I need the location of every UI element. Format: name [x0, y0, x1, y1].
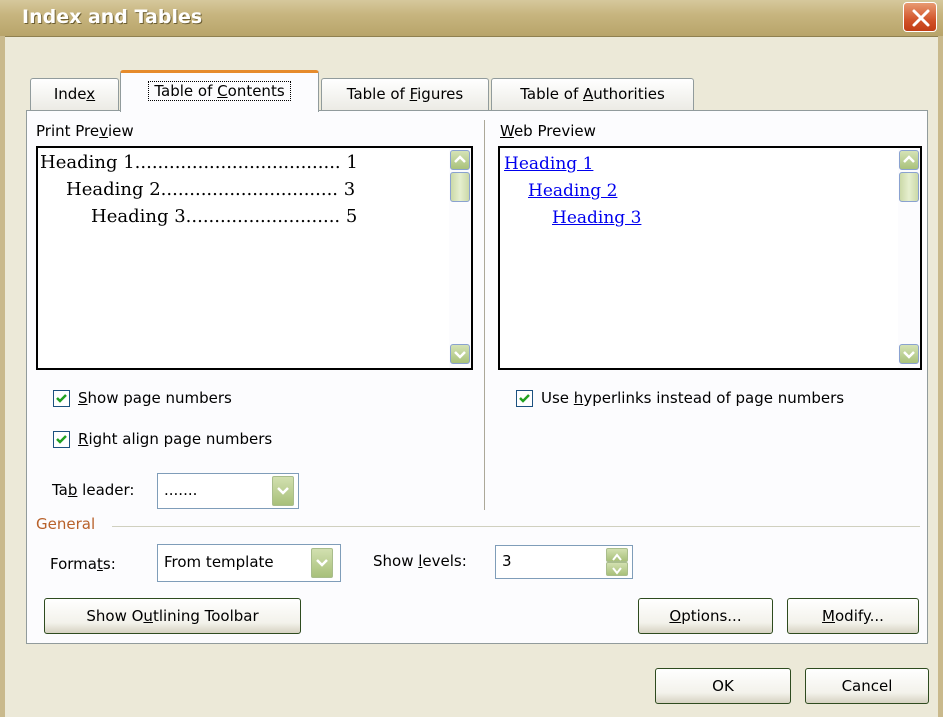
print-preview-line: Heading 3........................... 5: [91, 206, 358, 227]
formats-value: From template: [164, 553, 274, 571]
ok-button[interactable]: OK: [655, 668, 791, 704]
show-levels-value: 3: [502, 552, 512, 570]
window-frame-left: [0, 36, 5, 717]
close-button[interactable]: [903, 2, 937, 32]
chevron-down-icon: [316, 559, 328, 567]
use-hyperlinks-label[interactable]: Use hyperlinks instead of page numbers: [541, 389, 844, 407]
options-button[interactable]: Options...: [638, 598, 773, 634]
formats-select[interactable]: From template: [157, 544, 341, 582]
web-preview-link[interactable]: Heading 3: [552, 208, 641, 228]
tab-leader-label: Tab leader:: [52, 481, 135, 499]
tab-table-of-contents[interactable]: Table of Contents: [120, 70, 319, 112]
scroll-up-button[interactable]: [450, 150, 470, 170]
tab-table-of-figures[interactable]: Table of Figures: [321, 78, 489, 110]
tab-leader-select[interactable]: .......: [157, 473, 299, 509]
show-page-numbers-checkbox[interactable]: [53, 390, 70, 407]
chevron-up-icon: [903, 155, 915, 163]
chevron-down-icon: [903, 351, 915, 359]
right-align-label[interactable]: Right align page numbers: [78, 430, 272, 448]
web-preview-label: Web Preview: [500, 122, 596, 140]
print-preview-scrollbar[interactable]: [449, 148, 471, 368]
checkmark-icon: [56, 435, 67, 444]
formats-label: Formats:: [50, 555, 116, 573]
print-preview-line: Heading 2...............................…: [66, 179, 356, 200]
close-icon: [912, 9, 930, 27]
web-preview-scrollbar[interactable]: [898, 148, 920, 368]
print-preview-box: Heading 1...............................…: [36, 146, 473, 370]
scroll-down-button[interactable]: [899, 344, 919, 364]
tab-table-of-authorities[interactable]: Table of Authorities: [491, 78, 694, 110]
general-group-line: [112, 526, 920, 527]
web-preview-link[interactable]: Heading 2: [528, 181, 617, 201]
chevron-down-icon: [454, 351, 466, 359]
use-hyperlinks-checkbox[interactable]: [516, 390, 533, 407]
chevron-down-icon: [277, 487, 289, 495]
modify-button[interactable]: Modify...: [787, 598, 919, 634]
tab-leader-dropdown-button[interactable]: [272, 476, 294, 506]
show-outlining-toolbar-button[interactable]: Show Outlining Toolbar: [44, 598, 301, 634]
scroll-thumb[interactable]: [450, 172, 470, 202]
checkmark-icon: [519, 394, 530, 403]
show-levels-label: Show levels:: [373, 552, 467, 570]
scroll-up-button[interactable]: [899, 150, 919, 170]
chevron-up-icon: [454, 155, 466, 163]
formats-dropdown-button[interactable]: [311, 548, 333, 578]
show-page-numbers-label[interactable]: Show page numbers: [78, 389, 232, 407]
web-preview-link[interactable]: Heading 1: [504, 154, 593, 174]
scroll-thumb[interactable]: [899, 172, 919, 202]
show-levels-spinner[interactable]: 3: [495, 545, 633, 579]
column-separator: [484, 120, 485, 510]
web-preview-box: Heading 1 Heading 2 Heading 3: [498, 146, 922, 370]
checkmark-icon: [56, 394, 67, 403]
spin-up-button[interactable]: [606, 548, 628, 562]
chevron-down-icon: [612, 567, 622, 575]
window-title: Index and Tables: [22, 6, 203, 28]
scroll-down-button[interactable]: [450, 344, 470, 364]
print-preview-line: Heading 1...............................…: [40, 152, 358, 173]
print-preview-label: Print Preview: [36, 122, 134, 140]
general-group-label: General: [36, 515, 96, 533]
spin-down-button[interactable]: [606, 562, 628, 576]
right-align-checkbox[interactable]: [53, 431, 70, 448]
window-frame-right: [938, 36, 943, 717]
cancel-button[interactable]: Cancel: [805, 668, 929, 704]
tab-index[interactable]: Index: [30, 78, 119, 110]
tab-leader-value: .......: [164, 481, 198, 499]
